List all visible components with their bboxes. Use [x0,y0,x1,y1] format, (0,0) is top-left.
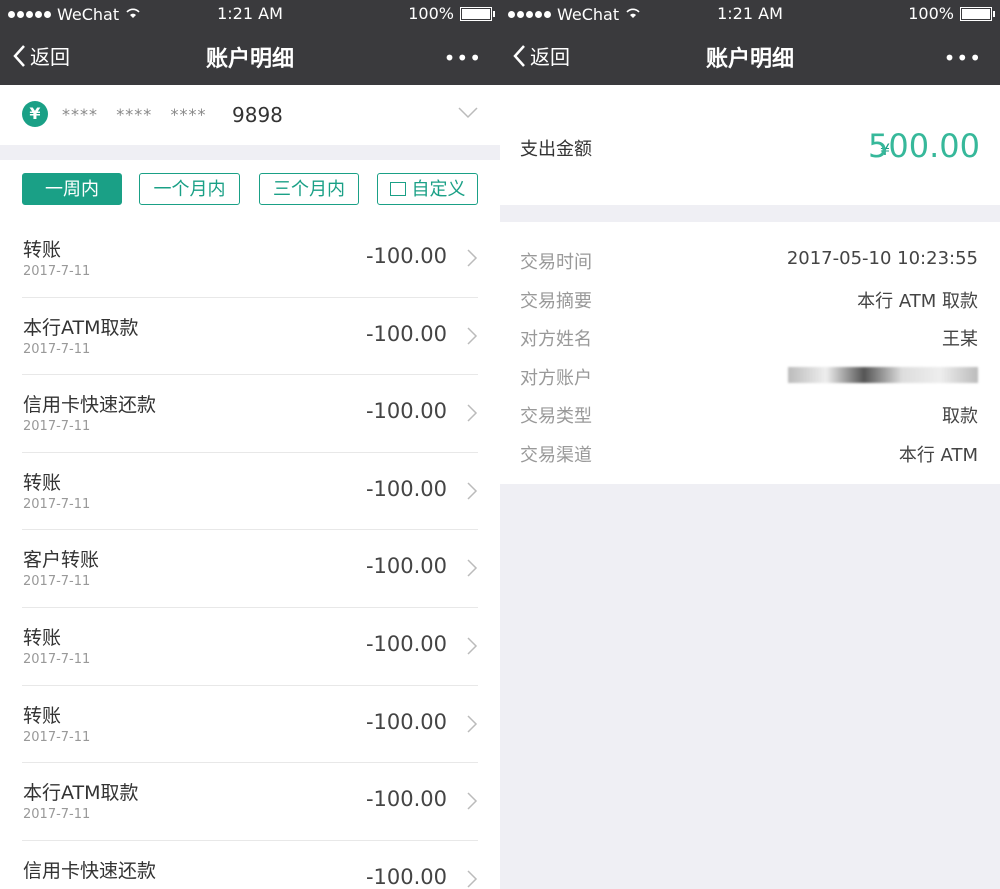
bank-logo-icon: ¥ [22,101,48,127]
filter-one-month[interactable]: 一个月内 [139,173,240,205]
detail-row: 交易时间 2017-05-10 10:23:55 [500,242,1000,280]
chevron-down-icon[interactable] [458,107,478,119]
battery-icon [960,6,995,21]
transaction-row[interactable]: 本行ATM取款 2017-7-11 -100.00 [0,298,500,376]
transaction-name: 客户转账 [23,549,100,572]
transaction-list: 转账 2017-7-11 -100.00 本行ATM取款 2017-7-11 -100.0… [0,220,500,889]
detail-row: 交易摘要 本行 ATM 取款 [500,281,1000,319]
amount-value: 500.00 [868,127,980,165]
chevron-right-icon [467,559,478,577]
chevron-right-icon [467,327,478,345]
chevron-right-icon [467,792,478,810]
transaction-amount: -100.00 [365,864,447,889]
detail-row: 对方账户 [500,358,1000,396]
detail-row: 交易类型 取款 [500,396,1000,434]
filter-three-months[interactable]: 三个月内 [259,173,359,205]
transaction-name: 转账 [23,471,62,494]
chevron-right-icon [467,482,478,500]
transaction-name: 信用卡快速还款 [23,859,157,882]
detail-key: 交易渠道 [520,445,592,466]
transaction-amount: -100.00 [365,476,447,501]
detail-value: 取款 [942,406,978,428]
battery-indicator: 100% [908,4,995,23]
detail-value: 王某 [942,329,978,351]
transaction-date: 2017-7-11 [23,574,91,590]
battery-indicator: 100% [408,4,495,23]
status-bar: WeChat 1:21 AM 100% [0,0,500,28]
account-list-screen: WeChat 1:21 AM 100% 返回 账户明细 ••• ¥ **** *… [0,0,500,889]
filter-one-week[interactable]: 一周内 [22,173,122,205]
transaction-row[interactable]: 转账 2017-7-11 -100.00 [0,608,500,686]
transaction-date: 2017-7-11 [23,652,91,667]
transaction-name: 本行ATM取款 [23,782,139,805]
transaction-name: 转账 [23,239,62,261]
filter-custom-label: 自定义 [411,179,466,200]
battery-percent: 100% [408,4,454,23]
transaction-date: 2017-7-11 [23,729,91,745]
card-last-four: 9898 [232,103,283,127]
transaction-date: 2017-7-11 [23,264,91,279]
transaction-amount: -100.00 [365,399,447,424]
transaction-name: 信用卡快速还款 [23,394,157,417]
more-menu-button[interactable]: ••• [944,46,982,70]
page-title: 账户明细 [705,47,794,72]
transaction-date: 2017-7-11 [23,807,91,823]
detail-row: 交易渠道 本行 ATM [500,435,1000,473]
transaction-row[interactable]: 本行ATM取款 2017-7-11 -100.00 [0,763,500,841]
navigation-bar: 返回 账户明细 ••• [0,28,500,85]
transaction-date: 2017-7-11 [23,341,91,357]
transaction-amount: -100.00 [365,787,447,812]
filter-custom[interactable]: 自定义 [377,173,478,205]
transaction-row[interactable]: 信用卡快速还款 2017-7-11 -100.00 [0,375,500,453]
card-number-mask: **** **** **** [62,105,207,124]
date-filter-bar: 一周内 一个月内 三个月内 自定义 [0,160,500,220]
transaction-amount: -100.00 [365,709,447,734]
status-bar: WeChat 1:21 AM 100% [500,0,1000,28]
transaction-date: 2017-7-11 [23,496,91,512]
amount-section: 支出金额 ¥ 500.00 [500,85,1000,205]
transaction-name: 转账 [23,627,62,649]
detail-key: 交易类型 [520,406,592,428]
chevron-right-icon [467,637,478,655]
detail-value: 本行 ATM [898,445,978,466]
navigation-bar: 返回 账户明细 ••• [500,28,1000,85]
transaction-name: 转账 [23,704,62,727]
amount-label: 支出金额 [520,139,592,160]
chevron-right-icon [467,715,478,733]
detail-key: 交易摘要 [520,290,592,312]
battery-icon [460,6,495,21]
detail-value: 2017-05-10 10:23:55 [786,248,978,269]
transaction-name: 本行ATM取款 [23,316,139,339]
chevron-right-icon [467,249,478,267]
detail-key: 对方账户 [520,367,592,389]
transaction-row[interactable]: 客户转账 2017-7-11 -100.00 [0,530,500,608]
transaction-row[interactable]: 信用卡快速还款 -100.00 [0,841,500,889]
chevron-right-icon [467,870,478,888]
transaction-amount: -100.00 [365,632,447,656]
detail-row: 对方姓名 王某 [500,319,1000,357]
detail-key: 对方姓名 [520,329,592,351]
transaction-details: 交易时间 2017-05-10 10:23:55 交易摘要 本行 ATM 取款 对方姓名… [500,222,1000,484]
page-title: 账户明细 [205,47,294,72]
transaction-row[interactable]: 转账 2017-7-11 -100.00 [0,686,500,764]
detail-value: 本行 ATM 取款 [857,290,978,312]
account-selector[interactable]: ¥ **** **** **** 9898 [0,85,500,145]
detail-key: 交易时间 [520,252,592,273]
transaction-amount: -100.00 [365,244,447,268]
transaction-amount: -100.00 [365,554,447,579]
calendar-icon [389,182,406,196]
transaction-date: 2017-7-11 [23,419,91,435]
counterparty-account-redacted [788,364,978,388]
more-menu-button[interactable]: ••• [444,46,482,70]
transaction-row[interactable]: 转账 2017-7-11 -100.00 [0,453,500,531]
chevron-right-icon [467,404,478,422]
transaction-detail-screen: WeChat 1:21 AM 100% 返回 账户明细 ••• 支出金额 ¥ 5… [500,0,1000,889]
battery-percent: 100% [908,4,954,23]
transaction-row[interactable]: 转账 2017-7-11 -100.00 [0,220,500,298]
transaction-amount: -100.00 [365,321,447,346]
